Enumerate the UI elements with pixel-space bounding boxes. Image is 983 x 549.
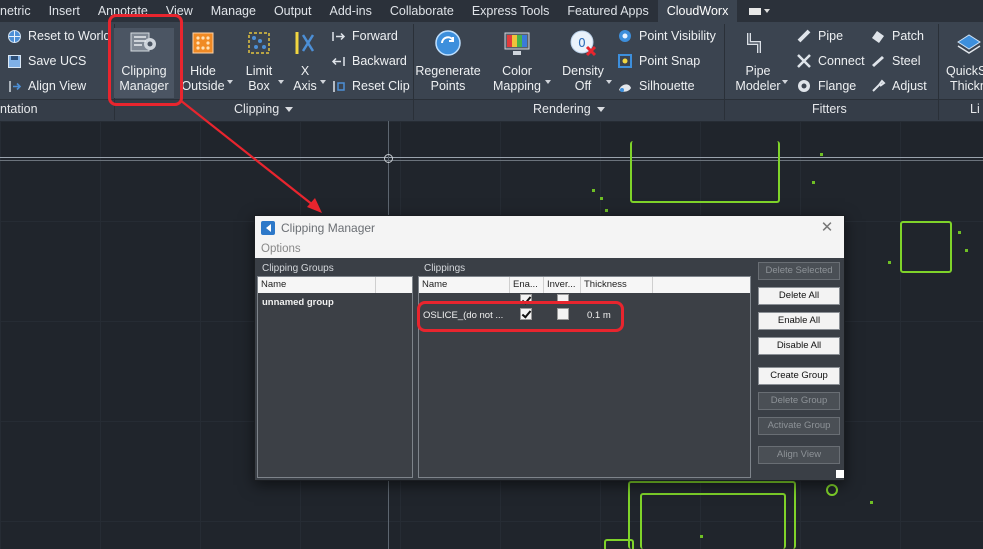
annotation-arrow <box>179 99 322 213</box>
